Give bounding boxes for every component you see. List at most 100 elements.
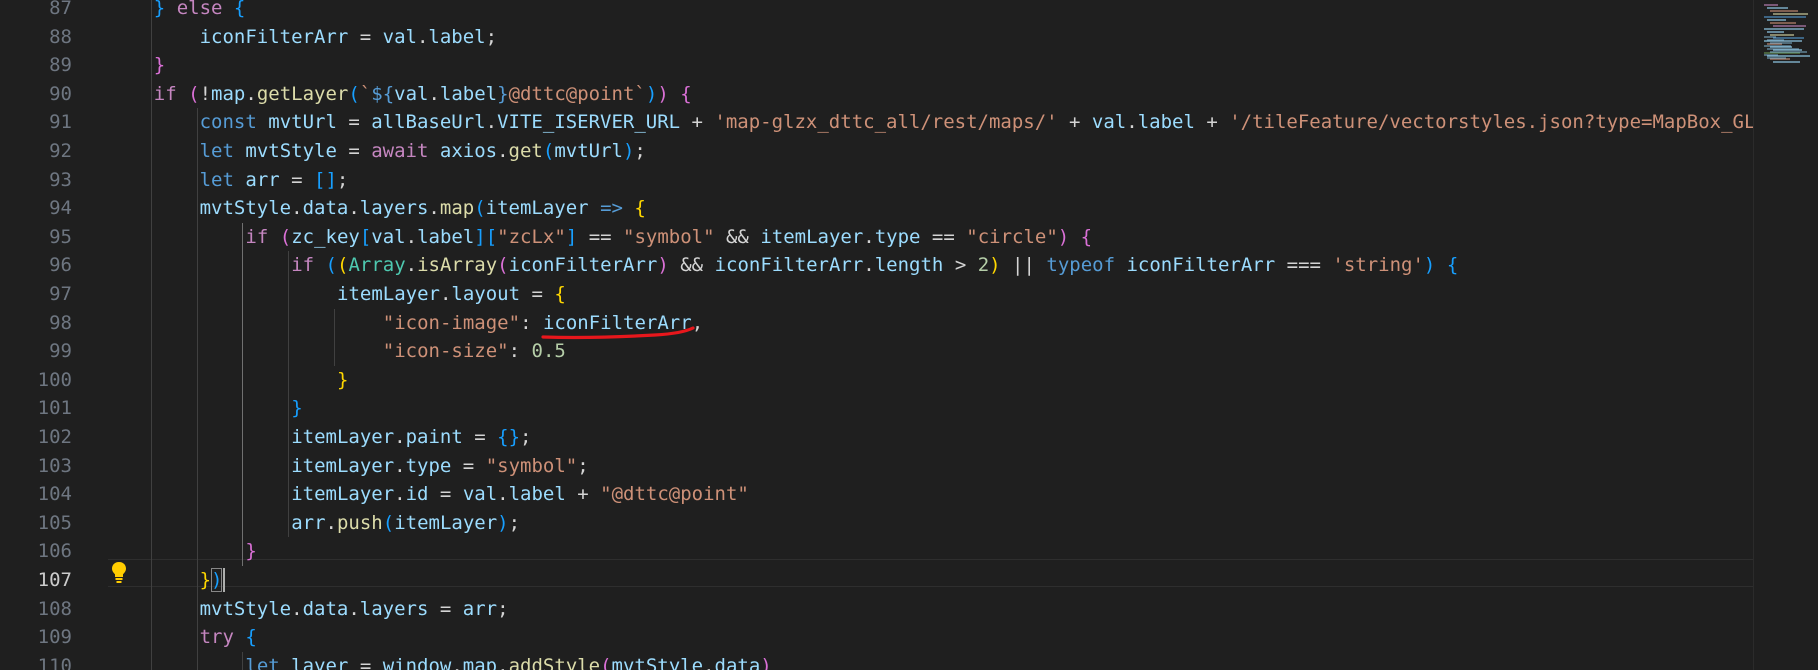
code-token: if [245, 225, 269, 248]
minimap-line [1767, 7, 1788, 9]
code-line[interactable]: let mvtStyle = await axios.get(mvtUrl); [200, 137, 646, 166]
code-line[interactable]: let layer = window.map.addStyle(mvtStyle… [245, 652, 771, 670]
code-token: try [199, 626, 234, 649]
code-token: } [245, 540, 257, 563]
code-line[interactable]: itemLayer.type = "symbol"; [291, 452, 588, 481]
code-token: ${ [371, 82, 395, 105]
code-token: . [325, 511, 337, 534]
code-token: arr [291, 511, 326, 534]
code-token: } [337, 368, 349, 391]
code-token: . [394, 483, 406, 506]
code-token: mvtUrl [268, 111, 337, 134]
minimap-line [1767, 31, 1784, 33]
code-editor[interactable]: 87 88 89 90 91 92 93 94 95 96 97 98 99 100 101 102 103 10… [0, 0, 1818, 670]
code-token: ( [542, 140, 555, 162]
code-token: ; [336, 168, 349, 191]
indent-guide [334, 308, 335, 366]
code-token: 'string' [1332, 254, 1424, 277]
code-token: ) [760, 654, 772, 670]
minimap-line [1764, 28, 1804, 30]
code-token: { [1080, 225, 1093, 248]
code-line[interactable]: itemLayer.paint = {}; [291, 423, 531, 452]
code-line[interactable]: let arr = []; [200, 166, 349, 195]
code-token: ) [989, 254, 1001, 277]
code-line[interactable]: const mvtUrl = allBaseUrl.VITE_ISERVER_U… [200, 108, 1753, 137]
code-line[interactable]: if (!map.getLayer(`${val.label}@dttc@poi… [154, 80, 692, 109]
minimap-line [1767, 39, 1784, 41]
code-line[interactable]: arr.push(itemLayer); [291, 509, 520, 538]
code-token: = [462, 426, 498, 448]
code-token: iconFilterArr [542, 311, 692, 334]
code-token: ( [325, 254, 337, 277]
minimap-line [1764, 36, 1776, 38]
code-line[interactable]: } [291, 394, 302, 423]
code-token: addStyle [508, 654, 601, 670]
code-token: axios [439, 140, 498, 162]
code-token: layers [359, 597, 429, 620]
code-line[interactable]: itemLayer.layout = { [337, 280, 566, 309]
code-token: ] [565, 225, 578, 248]
code-token: ( [474, 197, 486, 220]
minimap-line [1764, 45, 1791, 47]
code-token: } [153, 54, 166, 77]
code-line[interactable]: mvtStyle.data.layers.map(itemLayer => { [200, 194, 646, 223]
code-token: itemLayer [485, 197, 589, 220]
minimap-line [1773, 13, 1808, 15]
code-line[interactable]: "icon-size": 0.5 [383, 337, 566, 366]
line-number: 88 [49, 25, 72, 48]
code-line[interactable]: } else { [154, 0, 246, 23]
code-token: getLayer [256, 82, 349, 105]
code-line[interactable]: } [245, 537, 256, 566]
code-token: const [199, 111, 257, 134]
code-token: itemLayer [337, 283, 440, 305]
code-line[interactable]: iconFilterArr = val.label; [200, 23, 497, 52]
code-line[interactable]: if (zc_key[val.label]["zcLx"] == "symbol… [245, 223, 1092, 252]
code-token: { [1446, 254, 1459, 277]
code-token: . [497, 483, 509, 506]
code-token: ) [1057, 225, 1070, 248]
code-token: '/tileFeature/vectorstyles.json?type=Map… [1229, 111, 1753, 134]
code-line[interactable]: itemLayer.id = val.label + "@dttc@point" [291, 480, 749, 509]
line-number-gutter[interactable]: 87 88 89 90 91 92 93 94 95 96 97 98 99 100 101 102 103 10… [0, 0, 108, 670]
code-token: 'map-glzx_dttc_all/rest/maps/' [714, 111, 1058, 134]
code-token: await [371, 140, 429, 162]
code-line[interactable]: try { [200, 623, 257, 652]
indent-guide [242, 651, 244, 670]
code-token: == [920, 225, 967, 248]
code-line[interactable]: } [337, 366, 348, 395]
minimap-line [1764, 16, 1806, 18]
line-number: 102 [37, 426, 72, 448]
line-number: 108 [37, 597, 72, 620]
code-token: ( [497, 254, 509, 277]
code-line[interactable]: "icon-image": iconFilterArr, [383, 309, 703, 338]
indent-guide [150, 0, 152, 670]
lightbulb-icon[interactable] [110, 560, 128, 584]
code-token: } [153, 0, 177, 19]
code-token: ( [348, 82, 360, 105]
code-token: let [199, 168, 234, 191]
code-token: data [714, 654, 761, 670]
code-line[interactable]: if ((Array.isArray(iconFilterArr) && ico… [291, 251, 1458, 280]
code-area[interactable]: } else {iconFilterArr = val.label;} if (!… [108, 0, 1753, 670]
code-token: layers [359, 197, 429, 220]
code-token: ) [657, 82, 669, 105]
code-token: arr [462, 597, 498, 620]
code-token: . [428, 82, 440, 105]
line-number: 105 [37, 511, 72, 534]
line-number: 104 [37, 483, 72, 506]
minimap[interactable] [1753, 0, 1818, 670]
code-token: { [554, 283, 566, 305]
code-token: push [336, 511, 383, 534]
code-line[interactable]: } [154, 51, 165, 80]
line-number: 91 [49, 111, 72, 134]
code-token: . [863, 225, 875, 248]
code-line[interactable]: mvtStyle.data.layers = arr; [200, 595, 509, 624]
minimap-line [1770, 42, 1792, 44]
code-token: ! [199, 82, 212, 105]
code-token: 2 [977, 254, 990, 277]
